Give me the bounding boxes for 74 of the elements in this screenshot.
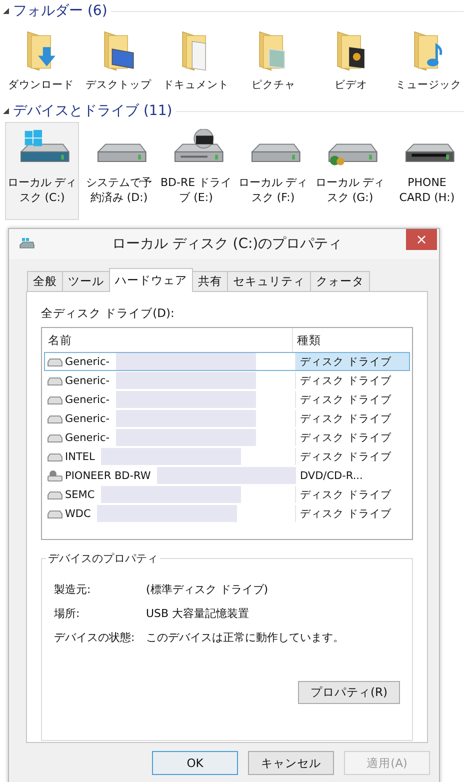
drive-name: WDC [65, 508, 91, 520]
dialog-button[interactable]: キャンセル [248, 751, 334, 775]
property-value: (標準ディスク ドライブ) [146, 582, 268, 596]
drive-type: ディスク ドライブ [295, 448, 409, 465]
drive-name: INTEL [65, 450, 95, 462]
tab[interactable]: クォータ [310, 271, 370, 291]
optical-drive-icon [47, 470, 63, 482]
property-label: 製造元: [54, 582, 92, 596]
properties-button[interactable]: プロパティ(R) [298, 681, 400, 704]
section-title[interactable]: フォルダー (6) [13, 2, 108, 20]
drive-item[interactable]: システムで予約済み (D:) [82, 122, 156, 220]
collapse-arrow-icon[interactable] [3, 8, 9, 14]
drive-icon [19, 238, 35, 250]
tab[interactable]: 全般 [27, 271, 63, 291]
property-label: 場所: [54, 606, 81, 620]
dialog-button[interactable]: OK [152, 751, 238, 775]
window-title: ローカル ディスク (C:)のプロパティ [110, 235, 344, 253]
list-row[interactable]: INTEL ディスク ドライブ [44, 447, 410, 466]
folder-label[interactable]: ダウンロード [8, 78, 74, 92]
list-row[interactable]: Generic- ディスク ドライブ [44, 428, 410, 447]
drive-type: ディスク ドライブ [295, 505, 409, 522]
disk-drive-icon [47, 356, 63, 368]
list-row[interactable]: Generic- ディスク ドライブ [44, 371, 410, 390]
property-value: USB 大容量記憶装置 [146, 606, 250, 620]
drive-name: Generic- [65, 432, 110, 444]
disk-drive-icon [47, 394, 63, 406]
disk-drive-icon [47, 488, 63, 500]
folder-label[interactable]: デスクトップ [85, 78, 152, 92]
drive-type: ディスク ドライブ [295, 429, 409, 446]
property-value: このデバイスは正常に動作しています。 [146, 630, 344, 644]
drive-item[interactable]: BD-RE ドライブ (E:) [159, 122, 233, 220]
drive-item[interactable]: ローカル ディスク (F:) [236, 122, 310, 220]
column-header[interactable]: 名前 [42, 328, 292, 352]
section-title[interactable]: デバイスとドライブ (11) [13, 102, 172, 120]
disk-drive-icon [47, 450, 63, 462]
drive-name: PIONEER BD-RW [65, 470, 151, 482]
drive-type: ディスク ドライブ [295, 486, 409, 503]
property-label: デバイスの状態: [54, 630, 136, 644]
tab[interactable]: ハードウェア [109, 268, 193, 292]
disk-drive-icon [47, 432, 63, 444]
list-row[interactable]: Generic- ディスク ドライブ [44, 390, 410, 409]
drive-item[interactable]: ローカル ディスク (C:) [5, 122, 79, 220]
drive-type: ディスク ドライブ [295, 410, 409, 427]
collapse-arrow-icon[interactable] [3, 108, 9, 114]
list-row[interactable]: PIONEER BD-RW DVD/CD-R... [44, 466, 410, 485]
list-row[interactable]: Generic- ディスク ドライブ [44, 352, 410, 371]
tab[interactable]: セキュリティ [227, 271, 311, 291]
drive-name: Generic- [65, 374, 110, 386]
tab[interactable]: 共有 [192, 271, 228, 291]
drive-type: ディスク ドライブ [295, 372, 409, 389]
drive-type: DVD/CD-R... [295, 467, 409, 484]
folder-label[interactable]: ドキュメント [162, 78, 229, 92]
list-row[interactable]: Generic- ディスク ドライブ [44, 409, 410, 428]
drive-type: ディスク ドライブ [295, 353, 409, 370]
close-button[interactable]: × [406, 229, 437, 250]
disk-drive-icon [47, 374, 63, 386]
folder-label[interactable]: ピクチャ [251, 78, 296, 92]
column-header[interactable]: 種類 [292, 328, 412, 352]
list-label: 全ディスク ドライブ(D): [41, 306, 176, 321]
drive-type: ディスク ドライブ [295, 391, 409, 408]
folder-label[interactable]: ミュージック [395, 78, 462, 92]
drive-name: SEMC [65, 488, 95, 500]
tab[interactable]: ツール [62, 271, 110, 291]
disk-drive-icon [47, 508, 63, 520]
list-row[interactable]: SEMC ディスク ドライブ [44, 485, 410, 504]
drive-item[interactable]: ローカル ディスク (G:) [313, 122, 387, 220]
disk-drive-icon [47, 412, 63, 424]
drive-name: Generic- [65, 412, 110, 424]
drive-item[interactable]: PHONE CARD (H:) [390, 122, 464, 220]
list-row[interactable]: WDC ディスク ドライブ [44, 504, 410, 523]
drive-name: Generic- [65, 394, 110, 406]
folder-label[interactable]: ビデオ [334, 78, 368, 92]
group-title: デバイスのプロパティ [46, 551, 160, 566]
drive-name: Generic- [65, 356, 110, 368]
